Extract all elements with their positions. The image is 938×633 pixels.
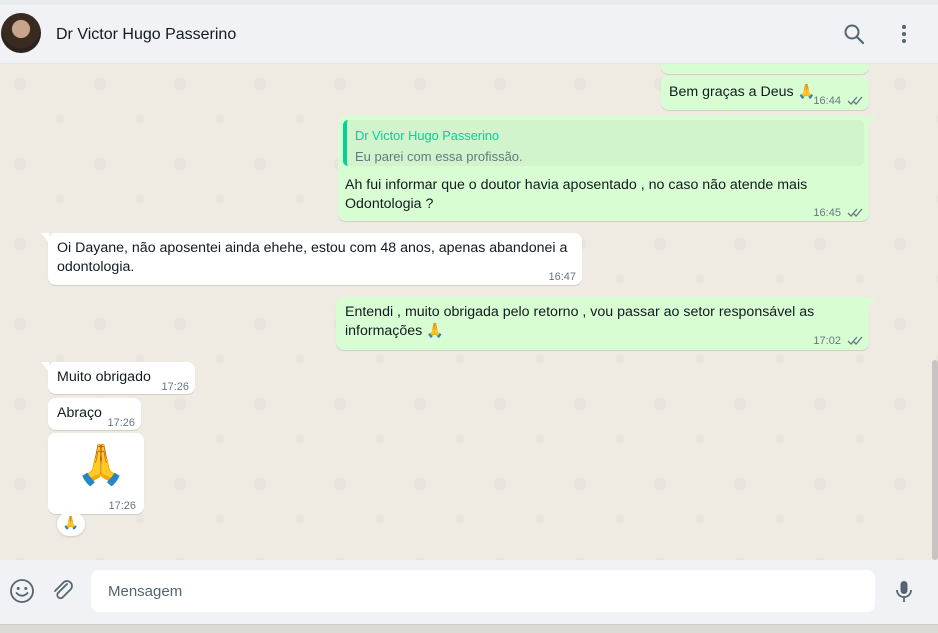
message-text-line1: Oi Dayane, não aposentei ainda ehehe, es…	[57, 240, 568, 256]
message-text-line1: Ah fui informar que o doutor havia apose…	[345, 177, 808, 193]
attach-icon[interactable]	[50, 578, 76, 604]
bubble-tail	[41, 362, 49, 372]
read-ticks-icon	[847, 96, 863, 105]
message-text: Abraço	[57, 405, 102, 421]
chat-header: Dr Victor Hugo Passerino	[0, 0, 938, 64]
emoji-icon[interactable]	[9, 578, 35, 604]
message-time: 17:26	[161, 381, 189, 393]
bubble-tail	[868, 115, 876, 125]
read-ticks-icon	[847, 336, 863, 345]
chat-area[interactable]: Bem graças a Deus 🙏 16:44 Dr Victor Hugo…	[0, 64, 938, 560]
message-bubble-outgoing[interactable]: Entendi , muito obrigada pelo retorno , …	[336, 297, 876, 351]
message-text-line1: Entendi , muito obrigada pelo retorno , …	[345, 304, 815, 320]
message-time: 16:47	[548, 271, 576, 283]
menu-icon[interactable]	[892, 22, 916, 46]
message-bubble-outgoing[interactable]: Bem graças a Deus 🙏 16:44	[661, 76, 869, 110]
contact-name[interactable]: Dr Victor Hugo Passerino	[56, 26, 236, 44]
quoted-message[interactable]: Dr Victor Hugo Passerino Eu parei com es…	[343, 120, 864, 166]
mic-icon[interactable]	[891, 578, 917, 604]
message-reaction[interactable]: 🙏	[57, 512, 85, 536]
message-text-line2: informações 🙏	[345, 323, 444, 339]
message-time: 17:02	[813, 332, 863, 351]
message-bubble-incoming[interactable]: Oi Dayane, não aposentei ainda ehehe, es…	[41, 233, 582, 285]
read-ticks-icon	[847, 208, 863, 217]
quoted-text: Eu parei com essa profissão.	[355, 149, 523, 164]
emoji-message: 🙏	[76, 442, 126, 488]
message-text-line2: odontologia.	[57, 259, 135, 275]
bubble-tail	[41, 233, 49, 243]
message-bubble-incoming[interactable]: Muito obrigado 17:26	[41, 362, 195, 394]
message-time: 16:44	[813, 92, 863, 111]
message-text-line2: Odontologia ?	[345, 196, 434, 212]
scrollbar[interactable]	[932, 360, 938, 560]
message-time: 17:26	[108, 500, 136, 512]
message-bubble-incoming[interactable]: 🙏 17:26	[48, 433, 144, 514]
composer-bar	[0, 560, 938, 624]
message-text: Muito obrigado	[57, 369, 151, 385]
message-partial	[661, 64, 869, 74]
message-text: Bem graças a Deus 🙏	[669, 84, 816, 100]
message-time: 16:45	[813, 204, 863, 223]
avatar[interactable]	[1, 13, 41, 53]
message-bubble-outgoing[interactable]: Dr Victor Hugo Passerino Eu parei com es…	[338, 115, 876, 223]
message-time: 17:26	[107, 417, 135, 429]
message-input[interactable]	[91, 570, 875, 612]
bubble-tail	[868, 297, 876, 307]
message-bubble-incoming[interactable]: Abraço 17:26	[48, 398, 141, 430]
search-icon[interactable]	[842, 22, 866, 46]
quoted-author: Dr Victor Hugo Passerino	[355, 128, 500, 143]
